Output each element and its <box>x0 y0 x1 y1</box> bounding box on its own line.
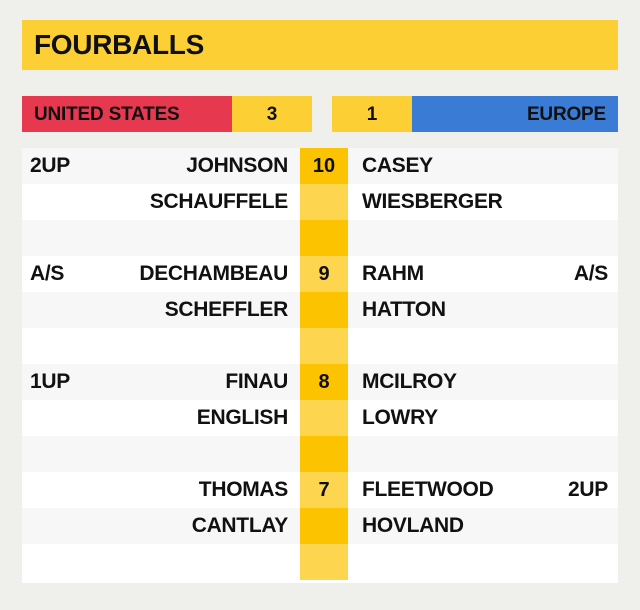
match-list: 2UP JOHNSON 10 CASEY SCHAUFFELE WIESBERG… <box>22 148 618 583</box>
match-line-secondary: SCHEFFLER HATTON <box>22 292 618 328</box>
europe-player-2: HATTON <box>362 298 446 321</box>
usa-player-2: SCHAUFFELE <box>149 190 288 213</box>
hole-column-fill <box>300 436 348 472</box>
match-separator <box>22 328 618 364</box>
europe-player-2: WIESBERGER <box>362 190 503 213</box>
match-status-right: A/S <box>573 262 608 285</box>
team-usa-banner: UNITED STATES <box>22 96 232 132</box>
match-status-right: 2UP <box>568 478 608 501</box>
scoreboard-graphic: FOURBALLS UNITED STATES 3 1 EUROPE 2UP J… <box>0 0 640 610</box>
match-row: 1UP FINAU 8 MCILROY ENGLISH LOWRY <box>22 364 618 472</box>
europe-player-1: MCILROY <box>362 370 457 393</box>
match-separator <box>22 544 618 580</box>
usa-player-1: DECHAMBEAU <box>139 262 288 285</box>
usa-player-2: SCHEFFLER <box>164 298 289 321</box>
match-row: THOMAS 7 FLEETWOOD 2UP CANTLAY HOVLAND <box>22 472 618 580</box>
team-europe-score-box: 1 <box>332 96 412 132</box>
match-row: 2UP JOHNSON 10 CASEY SCHAUFFELE WIESBERG… <box>22 148 618 256</box>
match-row: A/S DECHAMBEAU 9 RAHM A/S SCHEFFLER HATT… <box>22 256 618 364</box>
hole-column-fill <box>300 400 348 436</box>
team-europe-score: 1 <box>366 103 378 125</box>
europe-player-1: CASEY <box>362 154 433 177</box>
hole-column-fill <box>300 292 348 328</box>
match-line-primary: 1UP FINAU 8 MCILROY <box>22 364 618 400</box>
usa-player-1: THOMAS <box>198 478 289 501</box>
hole-number-cell: 8 <box>300 364 348 400</box>
match-line-secondary: CANTLAY HOVLAND <box>22 508 618 544</box>
match-separator <box>22 436 618 472</box>
team-europe-name: EUROPE <box>526 103 606 125</box>
match-line-primary: A/S DECHAMBEAU 9 RAHM A/S <box>22 256 618 292</box>
match-line-secondary: ENGLISH LOWRY <box>22 400 618 436</box>
usa-player-1: JOHNSON <box>186 154 288 177</box>
hole-column-fill <box>300 184 348 220</box>
europe-player-2: LOWRY <box>362 406 438 429</box>
match-line-primary: THOMAS 7 FLEETWOOD 2UP <box>22 472 618 508</box>
team-usa-score: 3 <box>266 103 278 125</box>
match-line-primary: 2UP JOHNSON 10 CASEY <box>22 148 618 184</box>
hole-column-fill <box>300 508 348 544</box>
hole-column-fill <box>300 220 348 256</box>
hole-number-cell: 10 <box>300 148 348 184</box>
hole-number-cell: 9 <box>300 256 348 292</box>
team-usa-name: UNITED STATES <box>34 103 180 125</box>
team-score-bar: UNITED STATES 3 1 EUROPE <box>22 96 618 132</box>
usa-player-2: ENGLISH <box>196 406 289 429</box>
match-line-secondary: SCHAUFFELE WIESBERGER <box>22 184 618 220</box>
team-usa-score-box: 3 <box>232 96 312 132</box>
match-separator <box>22 220 618 256</box>
team-europe-banner: EUROPE <box>412 96 618 132</box>
title-bar: FOURBALLS <box>22 20 618 70</box>
hole-column-fill <box>300 328 348 364</box>
hole-number-cell: 7 <box>300 472 348 508</box>
europe-player-2: HOVLAND <box>362 514 464 537</box>
page-title: FOURBALLS <box>34 29 204 60</box>
usa-player-2: CANTLAY <box>191 514 289 537</box>
usa-player-1: FINAU <box>225 370 288 393</box>
hole-column-fill <box>300 544 348 580</box>
